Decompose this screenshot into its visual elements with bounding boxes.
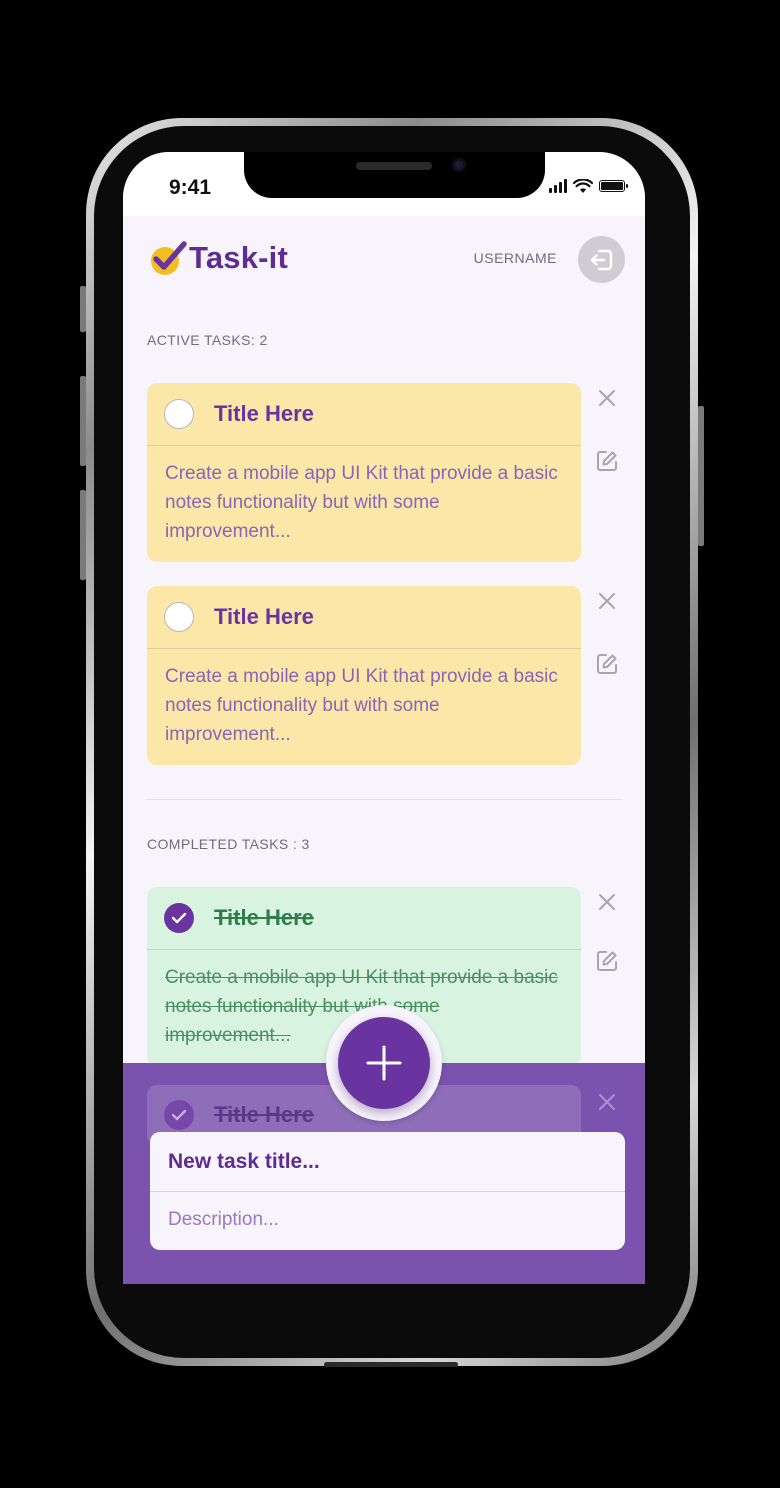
edit-icon bbox=[597, 951, 617, 971]
delete-task-button bbox=[594, 1089, 620, 1115]
status-icons bbox=[549, 178, 628, 194]
volume-down-button bbox=[80, 490, 86, 580]
new-task-title-input[interactable]: New task title... bbox=[150, 1132, 625, 1192]
close-icon bbox=[599, 1094, 615, 1110]
task-description: Create a mobile app UI Kit that provide … bbox=[165, 666, 558, 745]
logout-icon bbox=[590, 249, 612, 270]
edit-task-button[interactable] bbox=[594, 448, 620, 474]
delete-task-button[interactable] bbox=[594, 385, 620, 411]
notch bbox=[244, 152, 545, 198]
edit-task-button[interactable] bbox=[594, 651, 620, 677]
task-card-header: Title Here bbox=[147, 383, 581, 446]
status-time: 9:41 bbox=[169, 176, 212, 199]
task-card-header: Title Here bbox=[147, 586, 581, 649]
speaker-grille bbox=[356, 162, 432, 170]
task-checkbox[interactable] bbox=[164, 399, 194, 429]
task-checkbox-checked bbox=[164, 1100, 194, 1130]
new-task-form: New task title... Description... bbox=[150, 1132, 625, 1250]
app-title: Task-it bbox=[189, 240, 289, 275]
mute-switch bbox=[80, 286, 86, 332]
new-task-description-input[interactable]: Description... bbox=[150, 1192, 625, 1250]
wifi-icon bbox=[573, 178, 593, 193]
delete-task-button[interactable] bbox=[594, 588, 620, 614]
close-icon bbox=[599, 390, 615, 406]
close-icon bbox=[599, 894, 615, 910]
app-screen: 9:41 Task-it USERNAME ACTIVE TASKS: 2 Ti… bbox=[123, 152, 645, 1284]
signal-icon bbox=[549, 179, 567, 193]
section-divider bbox=[147, 799, 621, 800]
edit-icon bbox=[597, 654, 617, 674]
logout-button[interactable] bbox=[578, 236, 625, 283]
edit-task-button[interactable] bbox=[594, 948, 620, 974]
close-icon bbox=[599, 593, 615, 609]
edit-icon bbox=[597, 451, 617, 471]
task-card-header: Title Here bbox=[147, 887, 581, 950]
volume-up-button bbox=[80, 376, 86, 466]
task-description: Create a mobile app UI Kit that provide … bbox=[165, 463, 558, 542]
task-checkbox[interactable] bbox=[164, 602, 194, 632]
task-title: Title Here bbox=[214, 905, 314, 930]
plus-icon bbox=[366, 1045, 402, 1081]
delete-task-button[interactable] bbox=[594, 889, 620, 915]
check-icon bbox=[171, 912, 187, 924]
completed-tasks-label: COMPLETED TASKS : 3 bbox=[147, 836, 310, 852]
active-tasks-label: ACTIVE TASKS: 2 bbox=[147, 332, 268, 348]
username-label: USERNAME bbox=[473, 250, 557, 266]
task-title: Title Here bbox=[214, 1102, 314, 1127]
logo-check-icon bbox=[149, 240, 187, 276]
task-checkbox-checked[interactable] bbox=[164, 903, 194, 933]
power-button bbox=[698, 406, 704, 546]
home-indicator bbox=[324, 1362, 458, 1367]
app-logo: Task-it bbox=[149, 240, 288, 276]
front-camera bbox=[452, 158, 466, 172]
add-task-button[interactable] bbox=[338, 1017, 430, 1109]
task-card[interactable]: Title Here Create a mobile app UI Kit th… bbox=[147, 383, 581, 562]
task-title: Title Here bbox=[214, 604, 314, 629]
task-card[interactable]: Title Here Create a mobile app UI Kit th… bbox=[147, 586, 581, 765]
task-title: Title Here bbox=[214, 401, 314, 426]
check-icon bbox=[171, 1109, 187, 1121]
battery-icon bbox=[599, 180, 628, 192]
